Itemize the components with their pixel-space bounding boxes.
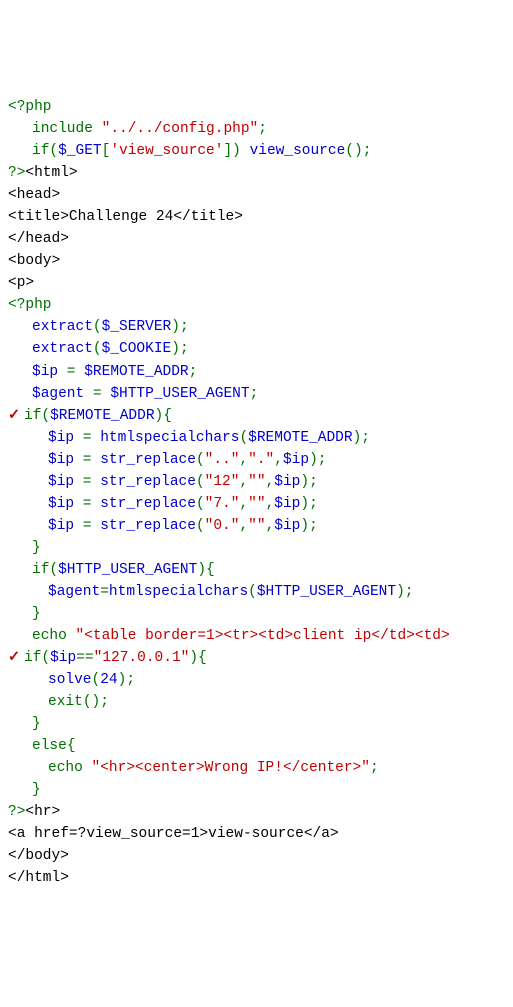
code-line: <p> [8,272,513,294]
check-icon: ✓ [8,647,24,669]
code-line: if($_GET['view_source']) view_source(); [8,140,513,162]
code-line: <title>Challenge 24</title> [8,206,513,228]
code-line: $agent=htmlspecialchars($HTTP_USER_AGENT… [8,581,513,603]
code-line: $agent = $HTTP_USER_AGENT; [8,383,513,405]
code-line: ?><hr> [8,801,513,823]
code-line: $ip = $REMOTE_ADDR; [8,361,513,383]
code-line: </html> [8,867,513,889]
code-line: ✓if($ip=="127.0.0.1"){ [8,647,513,669]
code-line: <body> [8,250,513,272]
code-line: <?php [8,96,513,118]
code-line: ✓if($REMOTE_ADDR){ [8,405,513,427]
check-icon: ✓ [8,405,24,427]
php-open: <?php [8,99,52,115]
code-line: $ip = str_replace("..",".",$ip); [8,449,513,471]
code-line: </head> [8,228,513,250]
code-line: else{ [8,735,513,757]
code-line: solve(24); [8,669,513,691]
code-block: { "code": { "l1_open": "<?php", "l2_kw":… [8,30,513,911]
code-line: } [8,537,513,559]
code-line: $ip = str_replace("7.","",$ip); [8,493,513,515]
code-line: <head> [8,184,513,206]
code-line: extract($_COOKIE); [8,338,513,360]
code-line: include "../../config.php"; [8,118,513,140]
code-line: exit(); [8,691,513,713]
code-line: </body> [8,845,513,867]
code-line: } [8,713,513,735]
code-line: $ip = str_replace("0.","",$ip); [8,515,513,537]
code-line: $ip = htmlspecialchars($REMOTE_ADDR); [8,427,513,449]
code-line: } [8,603,513,625]
code-line: extract($_SERVER); [8,316,513,338]
code-line: echo "<table border=1><tr><td>client ip<… [8,625,513,647]
code-line: echo "<hr><center>Wrong IP!</center>"; [8,757,513,779]
code-line: if($HTTP_USER_AGENT){ [8,559,513,581]
code-line: <a href=?view_source=1>view-source</a> [8,823,513,845]
code-line: $ip = str_replace("12","",$ip); [8,471,513,493]
code-line: ?><html> [8,162,513,184]
code-line: } [8,779,513,801]
code-line: <?php [8,294,513,316]
